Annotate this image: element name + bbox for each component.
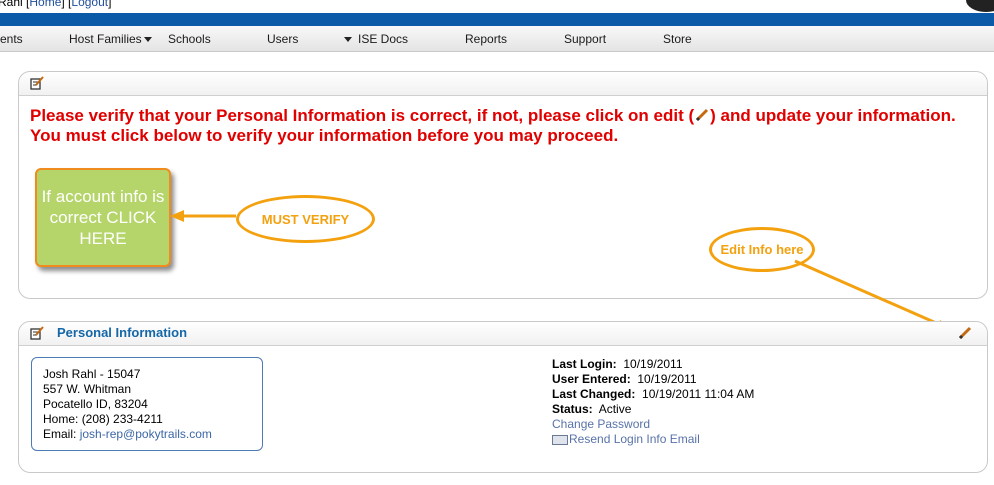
pencil-icon: [696, 108, 709, 122]
chevron-down-icon: [344, 37, 352, 43]
account-status: Last Login: 10/19/2011 User Entered: 10/…: [552, 357, 754, 447]
email-link[interactable]: josh-rep@pokytrails.com: [80, 427, 212, 441]
email-icon: [552, 434, 568, 445]
last-login-value: 10/19/2011: [623, 357, 683, 371]
status-label: Status:: [552, 402, 593, 416]
nav-item-ise-docs-label: ISE Docs: [358, 32, 409, 46]
verify-message: Please verify that your Personal Informa…: [30, 106, 970, 146]
user-name: Rahl: [0, 0, 23, 9]
main-nav: ents Host Families Schools Users ISE Doc…: [0, 26, 994, 52]
logout-link[interactable]: Logout: [71, 0, 108, 9]
status-value: Active: [598, 402, 632, 416]
home-phone-label: Home:: [43, 412, 79, 426]
verify-info-button[interactable]: If account info is correct CLICK HERE: [35, 168, 171, 267]
verify-panel: Please verify that your Personal Informa…: [18, 71, 988, 299]
email-label: Email:: [43, 427, 77, 441]
last-changed-row: Last Changed: 10/19/2011 11:04 AM: [552, 387, 754, 402]
verify-panel-header: [19, 72, 987, 96]
personal-info-title: Personal Information: [57, 325, 188, 340]
verify-message-line2: You must click below to verify your info…: [30, 126, 619, 145]
home-phone: (208) 233-4211: [81, 412, 163, 426]
nav-item-reports[interactable]: Reports: [465, 32, 507, 46]
last-login-row: Last Login: 10/19/2011: [552, 357, 754, 372]
home-phone-row: Home: (208) 233-4211: [43, 412, 262, 427]
nav-item-users[interactable]: Users: [267, 32, 298, 46]
city-state-zip: Pocatello ID, 83204: [43, 397, 148, 411]
notepad-pencil-icon: [30, 76, 44, 90]
nav-item-schools[interactable]: Schools: [168, 32, 211, 46]
nav-item-support[interactable]: Support: [564, 32, 606, 46]
notepad-pencil-icon: [30, 326, 44, 340]
edit-info-callout: Edit Info here: [709, 227, 815, 272]
user-entered-value: 10/19/2011: [637, 372, 697, 386]
nav-item-students[interactable]: ents: [0, 32, 23, 46]
street-address: 557 W. Whitman: [43, 382, 132, 396]
user-entered-row: User Entered: 10/19/2011: [552, 372, 754, 387]
user-entered-label: User Entered:: [552, 372, 631, 386]
contact-name: Josh Rahl - 15047: [43, 367, 141, 381]
address-card: Josh Rahl - 15047 557 W. Whitman Pocatel…: [31, 357, 263, 451]
verify-message-line1: Please verify that your Personal Informa…: [30, 106, 695, 125]
resend-login-link[interactable]: Resend Login Info Email: [569, 432, 700, 446]
nav-item-ise-docs[interactable]: ISE Docs: [344, 32, 408, 46]
last-changed-value: 10/19/2011 11:04 AM: [642, 387, 755, 401]
resend-login-row[interactable]: Resend Login Info Email: [552, 432, 754, 447]
personal-info-panel: Personal Information Josh Rahl - 15047 5…: [18, 321, 988, 473]
last-changed-label: Last Changed:: [552, 387, 636, 401]
verify-message-line1-end: ) and update your information.: [710, 106, 956, 125]
last-login-label: Last Login:: [552, 357, 617, 371]
email-row: Email: josh-rep@pokytrails.com: [43, 427, 262, 442]
header-bar: [0, 13, 994, 26]
must-verify-callout: MUST VERIFY: [236, 195, 375, 243]
nav-item-host-families[interactable]: Host Families: [69, 32, 152, 46]
change-password-link[interactable]: Change Password: [552, 417, 650, 431]
edit-pencil-icon[interactable]: [957, 325, 973, 341]
personal-info-header: Personal Information: [19, 322, 987, 346]
top-user-links: Rahl [Home] [Logout]: [0, 0, 111, 9]
home-link[interactable]: Home: [29, 0, 61, 9]
nav-item-host-families-label: Host Families: [69, 32, 142, 46]
nav-item-store[interactable]: Store: [663, 32, 692, 46]
status-row: Status: Active: [552, 402, 754, 417]
chevron-down-icon: [143, 37, 152, 43]
avatar: [966, 0, 994, 12]
